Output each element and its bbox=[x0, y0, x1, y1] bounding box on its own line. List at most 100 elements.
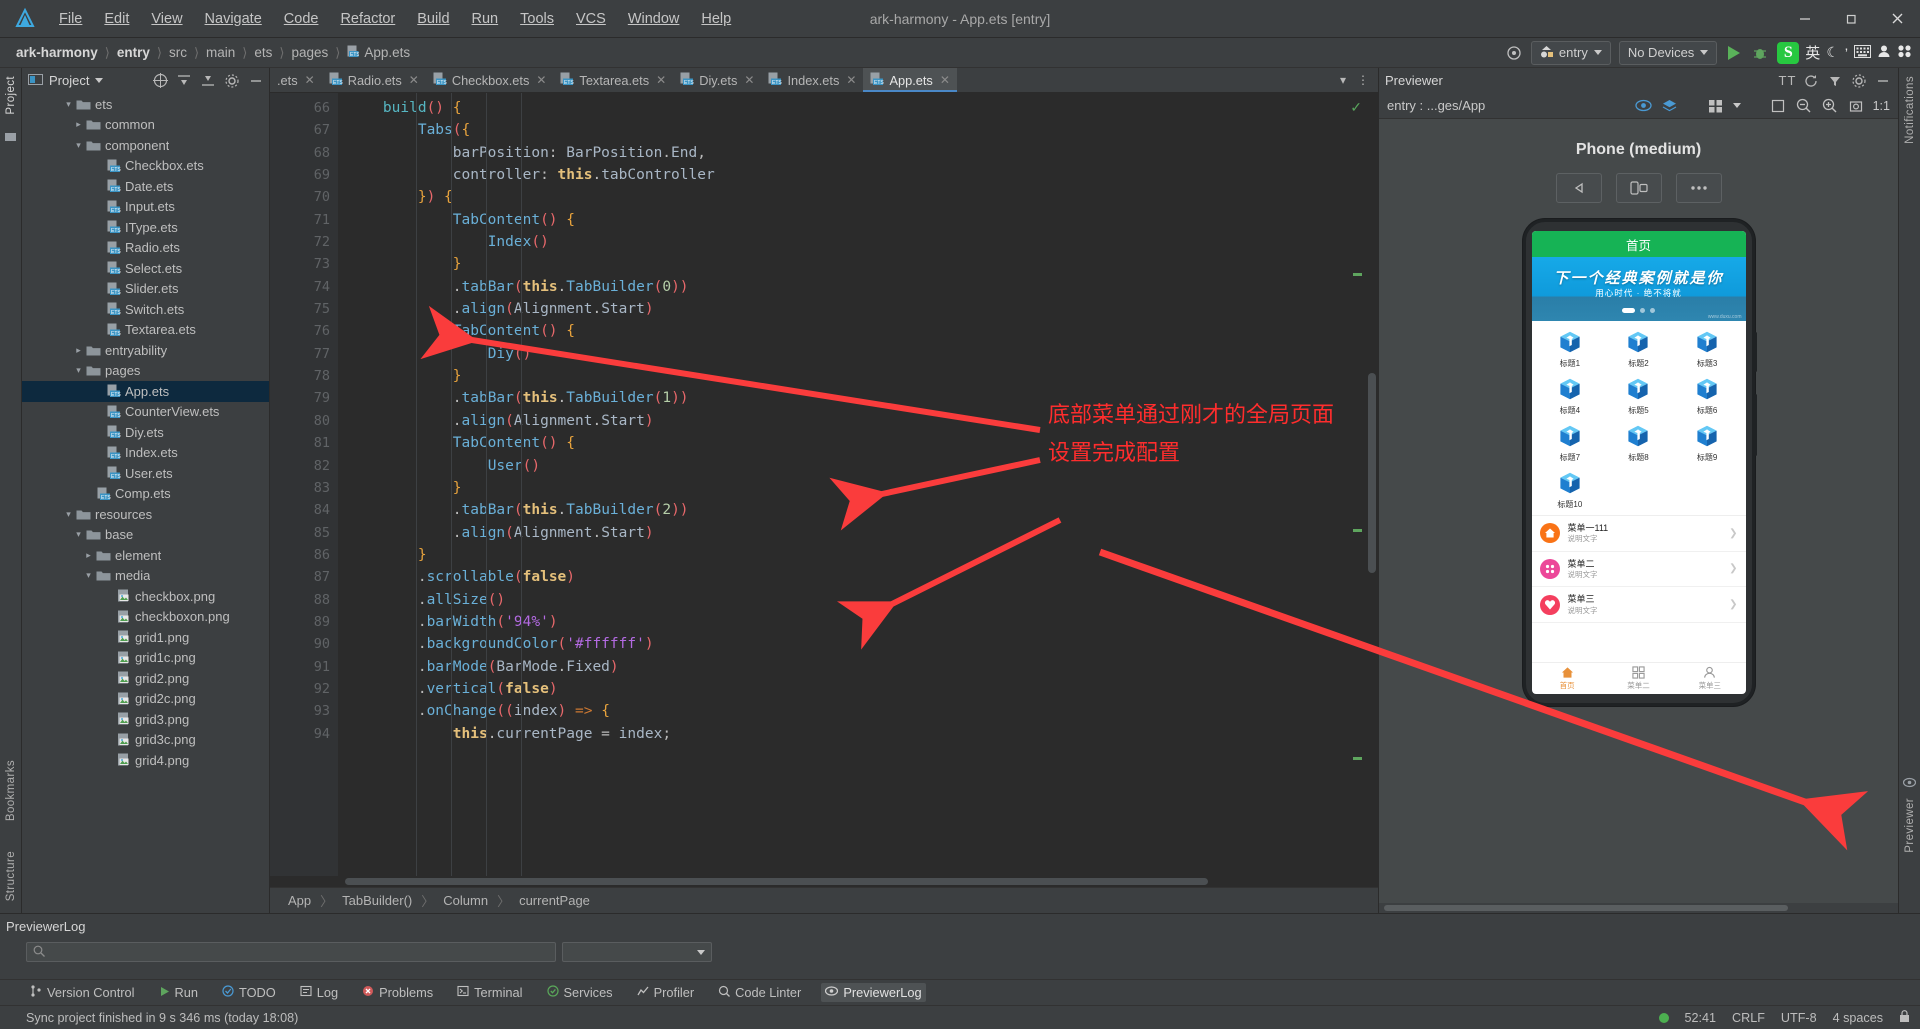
menu-list-item[interactable]: 菜单二 说明文字 ❯ bbox=[1531, 552, 1746, 588]
line-number[interactable]: 94 bbox=[270, 723, 338, 745]
line-number[interactable]: 80 bbox=[270, 410, 338, 432]
editor-tab[interactable]: ETS Radio.ets ✕ bbox=[322, 68, 426, 92]
zoom-level-label[interactable]: 1:1 bbox=[1873, 99, 1890, 113]
close-icon[interactable]: ✕ bbox=[305, 73, 315, 87]
code-line[interactable]: } bbox=[338, 477, 1378, 499]
code-line[interactable]: Diy() bbox=[338, 343, 1378, 365]
caret-position[interactable]: 52:41 bbox=[1685, 1011, 1717, 1025]
tool-window-button[interactable]: Services bbox=[543, 983, 617, 1002]
line-number[interactable]: 82 bbox=[270, 455, 338, 477]
device-selector[interactable]: No Devices bbox=[1618, 40, 1718, 65]
line-number[interactable]: 74 bbox=[270, 276, 338, 298]
breadcrumb-item-entry[interactable]: entry bbox=[113, 44, 154, 61]
line-number[interactable]: 88 bbox=[270, 589, 338, 611]
tree-item[interactable]: ETS Input.ets bbox=[22, 197, 269, 218]
code-text-area[interactable]: build() { Tabs({ barPosition: BarPositio… bbox=[338, 93, 1378, 876]
editor-tab[interactable]: ETS Checkbox.ets ✕ bbox=[426, 68, 554, 92]
line-number[interactable]: 69 bbox=[270, 164, 338, 186]
line-number[interactable]: 75 bbox=[270, 298, 338, 320]
line-number[interactable]: 71− bbox=[270, 209, 366, 231]
menu-list-item[interactable]: 菜单一111 说明文字 ❯ bbox=[1531, 516, 1746, 552]
line-number[interactable]: 70− bbox=[270, 186, 366, 208]
previewer-horizontal-scrollbar[interactable] bbox=[1379, 903, 1898, 913]
carousel-dot[interactable] bbox=[1622, 308, 1635, 313]
code-line[interactable]: build() { bbox=[338, 97, 1378, 119]
tree-item[interactable]: ETS Switch.ets bbox=[22, 299, 269, 320]
apps-icon[interactable] bbox=[1897, 44, 1912, 61]
code-line[interactable]: .barMode(BarMode.Fixed) bbox=[338, 656, 1378, 678]
editor-gutter[interactable]: 66−67−686970−71−7273−747576−7778−798081−… bbox=[270, 93, 366, 876]
carousel-dot[interactable] bbox=[1650, 308, 1655, 313]
editor-tab[interactable]: ETS Index.ets ✕ bbox=[761, 68, 863, 92]
line-number[interactable]: 92 bbox=[270, 678, 338, 700]
close-icon[interactable]: ✕ bbox=[656, 73, 666, 87]
line-number[interactable]: 87 bbox=[270, 566, 338, 588]
tree-item[interactable]: ETS App.ets bbox=[22, 381, 269, 402]
line-number[interactable]: 93 bbox=[270, 700, 338, 722]
line-number[interactable]: 68 bbox=[270, 142, 338, 164]
structure-rail-icon[interactable] bbox=[4, 131, 17, 147]
menu-list[interactable]: 菜单一111 说明文字 ❯ 菜单二 说明文字 ❯ 菜单三 说明文字 ❯ bbox=[1531, 515, 1746, 623]
tool-window-button[interactable]: PreviewerLog bbox=[821, 983, 926, 1002]
line-number[interactable]: 78− bbox=[270, 365, 366, 387]
punctuation-icon[interactable]: ’ bbox=[1845, 45, 1848, 61]
layers-icon[interactable] bbox=[1661, 97, 1679, 115]
editor-breadcrumb-item[interactable]: TabBuilder() bbox=[338, 892, 416, 909]
more-tabs-icon[interactable]: ⋮ bbox=[1354, 71, 1372, 89]
line-separator[interactable]: CRLF bbox=[1732, 1011, 1765, 1025]
font-size-icon[interactable]: T T bbox=[1778, 72, 1796, 90]
error-stripe-mark[interactable] bbox=[1353, 273, 1362, 276]
maximize-button[interactable] bbox=[1828, 0, 1874, 38]
run-button[interactable] bbox=[1725, 44, 1743, 62]
locate-file-icon[interactable] bbox=[151, 72, 169, 90]
line-number[interactable]: 79 bbox=[270, 387, 338, 409]
tree-item[interactable]: ETS Checkbox.ets bbox=[22, 156, 269, 177]
collapse-all-icon[interactable] bbox=[199, 72, 217, 90]
chevron-down-icon[interactable] bbox=[1732, 103, 1741, 108]
menu-item-file[interactable]: File bbox=[48, 6, 93, 32]
tree-item[interactable]: grid3.png bbox=[22, 709, 269, 730]
run-configuration-selector[interactable]: entry bbox=[1530, 40, 1611, 65]
indent-setting[interactable]: 4 spaces bbox=[1833, 1011, 1883, 1025]
tab-bar-item[interactable]: 菜单三 bbox=[1674, 663, 1745, 694]
code-line[interactable]: } bbox=[338, 544, 1378, 566]
grid-item[interactable]: 标题7 bbox=[1536, 421, 1605, 466]
grid-view-icon[interactable] bbox=[1707, 97, 1725, 115]
line-number[interactable]: 91 bbox=[270, 656, 338, 678]
log-search-input[interactable] bbox=[26, 942, 556, 962]
code-line[interactable]: } bbox=[338, 365, 1378, 387]
close-button[interactable] bbox=[1874, 0, 1920, 38]
minimize-button[interactable] bbox=[1782, 0, 1828, 38]
menu-item-edit[interactable]: Edit bbox=[93, 6, 140, 32]
tree-item[interactable]: ▸ entryability bbox=[22, 340, 269, 361]
rail-item-previewer[interactable]: Previewer bbox=[1904, 798, 1916, 853]
eye-icon[interactable] bbox=[1635, 97, 1653, 115]
menu-item-code[interactable]: Code bbox=[273, 6, 330, 32]
code-line[interactable]: .barWidth('94%') bbox=[338, 611, 1378, 633]
editor-tab[interactable]: .ets ✕ bbox=[270, 68, 322, 92]
code-line[interactable]: this.currentPage = index; bbox=[338, 723, 1378, 745]
tree-item[interactable]: ▾ component bbox=[22, 135, 269, 156]
editor-status-breadcrumb[interactable]: App 〉 TabBuilder() 〉 Column 〉 currentPage bbox=[270, 887, 1378, 913]
error-stripe-mark[interactable] bbox=[1353, 757, 1362, 760]
menu-item-refactor[interactable]: Refactor bbox=[329, 6, 406, 32]
close-icon[interactable]: ✕ bbox=[536, 73, 546, 87]
gear-icon[interactable] bbox=[1850, 72, 1868, 90]
tree-item[interactable]: ▾ base bbox=[22, 525, 269, 546]
editor-tab[interactable]: ETS App.ets ✕ bbox=[863, 68, 958, 92]
breadcrumb-item-main[interactable]: main bbox=[202, 44, 239, 61]
tree-expand-arrow[interactable]: ▾ bbox=[72, 529, 85, 540]
code-line[interactable]: TabContent() { bbox=[338, 320, 1378, 342]
editor-tab-strip[interactable]: .ets ✕ ETS Radio.ets ✕ ETS Checkbox.ets ✕ ETS Tex… bbox=[270, 68, 1378, 93]
sogou-icon[interactable]: S bbox=[1777, 41, 1800, 64]
code-line[interactable]: .onChange((index) => { bbox=[338, 700, 1378, 722]
code-line[interactable]: .align(Alignment.Start) bbox=[338, 522, 1378, 544]
file-encoding[interactable]: UTF-8 bbox=[1781, 1011, 1817, 1025]
code-line[interactable]: .scrollable(false) bbox=[338, 566, 1378, 588]
grid-item[interactable]: 标题6 bbox=[1673, 374, 1742, 419]
project-tree[interactable]: ▾ ets ▸ common ▾ component ETS Checkbox.ets ETS D… bbox=[22, 93, 269, 913]
tree-item[interactable]: grid1.png bbox=[22, 627, 269, 648]
breadcrumb-item-file[interactable]: ETS App.ets bbox=[343, 44, 414, 62]
tree-expand-arrow[interactable]: ▸ bbox=[82, 550, 95, 561]
tree-item[interactable]: grid2.png bbox=[22, 668, 269, 689]
